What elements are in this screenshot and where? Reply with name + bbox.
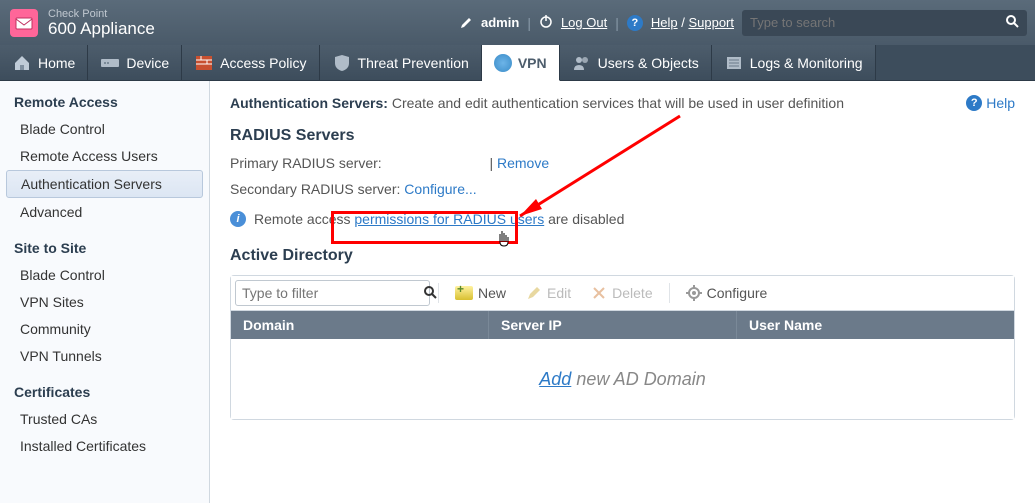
sidebar-heading-site-to-site: Site to Site [0,235,209,261]
edit-icon [526,285,542,301]
page-title: Authentication Servers: Create and edit … [230,95,844,111]
remove-primary-link[interactable]: Remove [497,155,549,171]
user-label: admin [481,15,519,30]
brand-logo [10,9,38,37]
help-icon: ? [627,15,643,31]
logout-link[interactable]: Log Out [561,15,607,30]
radius-servers-heading: RADIUS Servers [230,127,1015,145]
primary-radius-row: Primary RADIUS server: | Remove [230,155,1015,171]
brand-small: Check Point [48,9,155,20]
power-icon [539,14,553,31]
column-user-name[interactable]: User Name [737,311,1014,339]
info-icon: i [230,211,246,227]
sidebar-item-blade-control-s2s[interactable]: Blade Control [6,262,203,288]
configure-button[interactable]: Configure [678,281,776,305]
search-icon[interactable] [1005,14,1019,31]
delete-icon [591,285,607,301]
page-help-link[interactable]: ? Help [966,95,1015,111]
toolbar-separator [669,283,670,303]
cursor-icon [497,230,513,248]
toolbar-separator [438,283,439,303]
ad-table-body: Add new AD Domain [231,339,1014,419]
sidebar: Remote Access Blade Control Remote Acces… [0,81,210,503]
edit-button[interactable]: Edit [518,281,579,305]
shield-icon [332,53,352,73]
sidebar-item-authentication-servers[interactable]: Authentication Servers [6,170,203,198]
sidebar-heading-remote-access: Remote Access [0,89,209,115]
device-icon [100,53,120,73]
sidebar-item-blade-control[interactable]: Blade Control [6,116,203,142]
app-header: Check Point 600 Appliance admin | Log Ou… [0,0,1035,45]
tab-users-objects[interactable]: Users & Objects [560,45,712,80]
configure-secondary-link[interactable]: Configure... [404,181,476,197]
sidebar-item-advanced[interactable]: Advanced [6,199,203,225]
tab-vpn[interactable]: VPN [482,45,560,81]
pencil-icon [459,16,473,30]
active-directory-heading: Active Directory [230,247,1015,265]
sidebar-heading-certificates: Certificates [0,379,209,405]
tab-logs-monitoring[interactable]: Logs & Monitoring [712,45,876,80]
ad-table-header: Domain Server IP User Name [231,311,1014,339]
tab-device[interactable]: Device [88,45,182,80]
radius-info-row: i Remote access permissions for RADIUS u… [230,211,1015,227]
search-input[interactable] [750,15,1005,30]
ad-filter-box[interactable] [235,280,430,306]
sidebar-item-vpn-sites[interactable]: VPN Sites [6,289,203,315]
delete-button[interactable]: Delete [583,281,660,305]
tab-threat-prevention[interactable]: Threat Prevention [320,45,482,80]
sidebar-item-installed-certificates[interactable]: Installed Certificates [6,433,203,459]
main-nav: Home Device Access Policy Threat Prevent… [0,45,1035,81]
sidebar-item-trusted-cas[interactable]: Trusted CAs [6,406,203,432]
separator: | [527,15,531,31]
secondary-radius-row: Secondary RADIUS server: Configure... [230,181,1015,197]
brand-title: Check Point 600 Appliance [48,9,155,37]
global-search[interactable] [742,10,1027,36]
help-icon: ? [966,95,982,111]
search-icon[interactable] [423,285,437,302]
tab-access-policy[interactable]: Access Policy [182,45,319,80]
logs-icon [724,53,744,73]
ad-filter-input[interactable] [242,285,423,301]
users-icon [572,53,592,73]
sidebar-item-vpn-tunnels[interactable]: VPN Tunnels [6,343,203,369]
sidebar-item-community[interactable]: Community [6,316,203,342]
add-ad-domain-link[interactable]: Add [539,369,571,389]
globe-icon [494,54,512,72]
home-icon [12,53,32,73]
ad-toolbar: New Edit Delete Configure [231,276,1014,311]
active-directory-panel: New Edit Delete Configure Domain Se [230,275,1015,420]
permissions-radius-users-link[interactable]: permissions for RADIUS users [354,211,544,227]
column-server-ip[interactable]: Server IP [489,311,737,339]
brand-large: 600 Appliance [48,20,155,37]
new-button[interactable]: New [447,281,514,305]
column-domain[interactable]: Domain [231,311,489,339]
tab-home[interactable]: Home [0,45,88,80]
sidebar-item-remote-access-users[interactable]: Remote Access Users [6,143,203,169]
gear-icon [686,285,702,301]
support-link[interactable]: Support [688,15,734,30]
separator: | [615,15,619,31]
help-link[interactable]: Help [651,15,678,30]
firewall-icon [194,53,214,73]
content-area: Authentication Servers: Create and edit … [210,81,1035,503]
new-icon [455,286,473,300]
empty-state: Add new AD Domain [539,369,705,390]
